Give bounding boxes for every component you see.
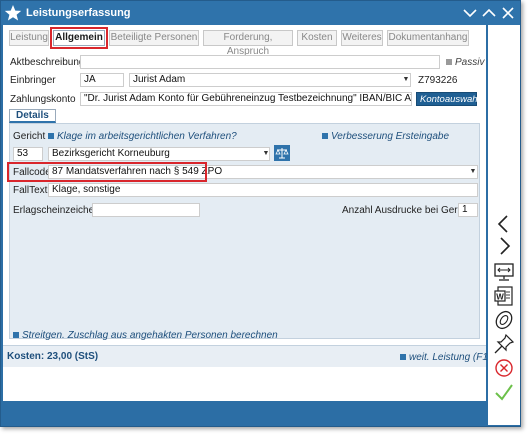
passiv-checkbox[interactable]: [446, 59, 452, 65]
chevron-right-icon[interactable]: [493, 235, 515, 257]
tab-forderung-anspruch[interactable]: Forderung, Anspruch: [203, 30, 293, 57]
pin-icon[interactable]: [493, 333, 515, 355]
leistungserfassung-window: Leistungserfassung Leistung Allgemein Be…: [0, 0, 521, 427]
erlagschein-label: Erlagscheinzeichen: [13, 205, 100, 216]
streitgen-checkbox[interactable]: [13, 332, 19, 338]
link-icon[interactable]: [493, 309, 515, 331]
anzahl-ausdrucke-label: Anzahl Ausdrucke bei Gericht: [342, 205, 474, 216]
gericht-label: Gericht: [13, 131, 46, 142]
einbringer-name-field[interactable]: Jurist Adam: [129, 73, 411, 87]
anzahl-ausdrucke-field[interactable]: 1: [458, 203, 478, 217]
kosten-summary: Kosten: 23,00 (StS): [7, 351, 99, 362]
weit-leistung-label: weit. Leistung (F10): [409, 352, 497, 363]
tab-weiteres[interactable]: Weiteres: [341, 30, 383, 46]
close-window-icon[interactable]: [500, 5, 516, 21]
klage-checkbox-label: Klage im arbeitsgerichtlichen Verfahren?: [57, 131, 237, 142]
court-scales-icon[interactable]: [274, 145, 290, 161]
title-bar: Leistungserfassung: [1, 1, 520, 25]
gericht-code-field[interactable]: 53: [13, 147, 43, 161]
cancel-icon[interactable]: [493, 357, 515, 379]
tab-kosten[interactable]: Kosten: [297, 30, 337, 46]
highlight-fallcode: [7, 162, 207, 182]
form-area: Leistung Allgemein Beteiligte Personen F…: [3, 25, 497, 401]
window-title: Leistungserfassung: [26, 7, 131, 19]
collapse-window-icon[interactable]: [462, 5, 478, 21]
action-sidebar: W: [488, 25, 520, 425]
chevron-left-icon[interactable]: [493, 213, 515, 235]
gericht-name-field[interactable]: Bezirksgericht Korneuburg: [48, 147, 270, 161]
tab-beteiligte-personen[interactable]: Beteiligte Personen: [109, 30, 199, 46]
zahlungskonto-field[interactable]: "Dr. Jurist Adam Konto für Gebühreneinzu…: [80, 92, 412, 106]
tab-leistung[interactable]: Leistung: [9, 30, 49, 46]
gericht-dropdown-icon[interactable]: ▼: [262, 150, 270, 158]
verbesserung-checkbox-label: Verbesserung Ersteingabe: [331, 131, 450, 142]
erlagschein-field[interactable]: [92, 203, 200, 217]
tab-details[interactable]: Details: [9, 109, 56, 123]
highlight-tab-allgemein: [50, 27, 108, 49]
weit-leistung-checkbox[interactable]: [400, 354, 406, 360]
fallcode-dropdown-icon[interactable]: ▼: [469, 168, 477, 176]
footer-bar: Kosten: 23,00 (StS) weit. Leistung (F10): [3, 345, 497, 367]
svg-text:W: W: [496, 293, 504, 302]
klage-checkbox[interactable]: [48, 133, 54, 139]
aktbeschreibung-label: Aktbeschreibung: [10, 57, 85, 68]
tab-dokumentanhang[interactable]: Dokumentanhang: [387, 30, 469, 46]
confirm-check-icon[interactable]: [493, 381, 515, 403]
aktbeschreibung-field[interactable]: [80, 55, 440, 69]
streitgen-label: Streitgen. Zuschlag aus angehakten Perso…: [22, 330, 278, 341]
star-icon: [4, 5, 22, 21]
passiv-label: Passiv: [455, 57, 485, 68]
kontoauswahl-button[interactable]: Kontoauswahl: [416, 92, 480, 106]
einbringer-id: Z793226: [418, 75, 458, 86]
zahlungskonto-label: Zahlungskonto: [10, 94, 76, 105]
verbesserung-checkbox[interactable]: [322, 133, 328, 139]
einbringer-dropdown-icon[interactable]: ▼: [402, 76, 410, 84]
falltext-field[interactable]: Klage, sonstige: [48, 183, 478, 197]
einbringer-code-field[interactable]: JA: [80, 73, 124, 87]
falltext-label: FallText: [13, 185, 48, 196]
expand-window-icon[interactable]: [481, 5, 497, 21]
word-document-icon[interactable]: W: [493, 285, 515, 307]
einbringer-label: Einbringer: [10, 75, 56, 86]
monitor-resize-icon[interactable]: [493, 261, 515, 283]
